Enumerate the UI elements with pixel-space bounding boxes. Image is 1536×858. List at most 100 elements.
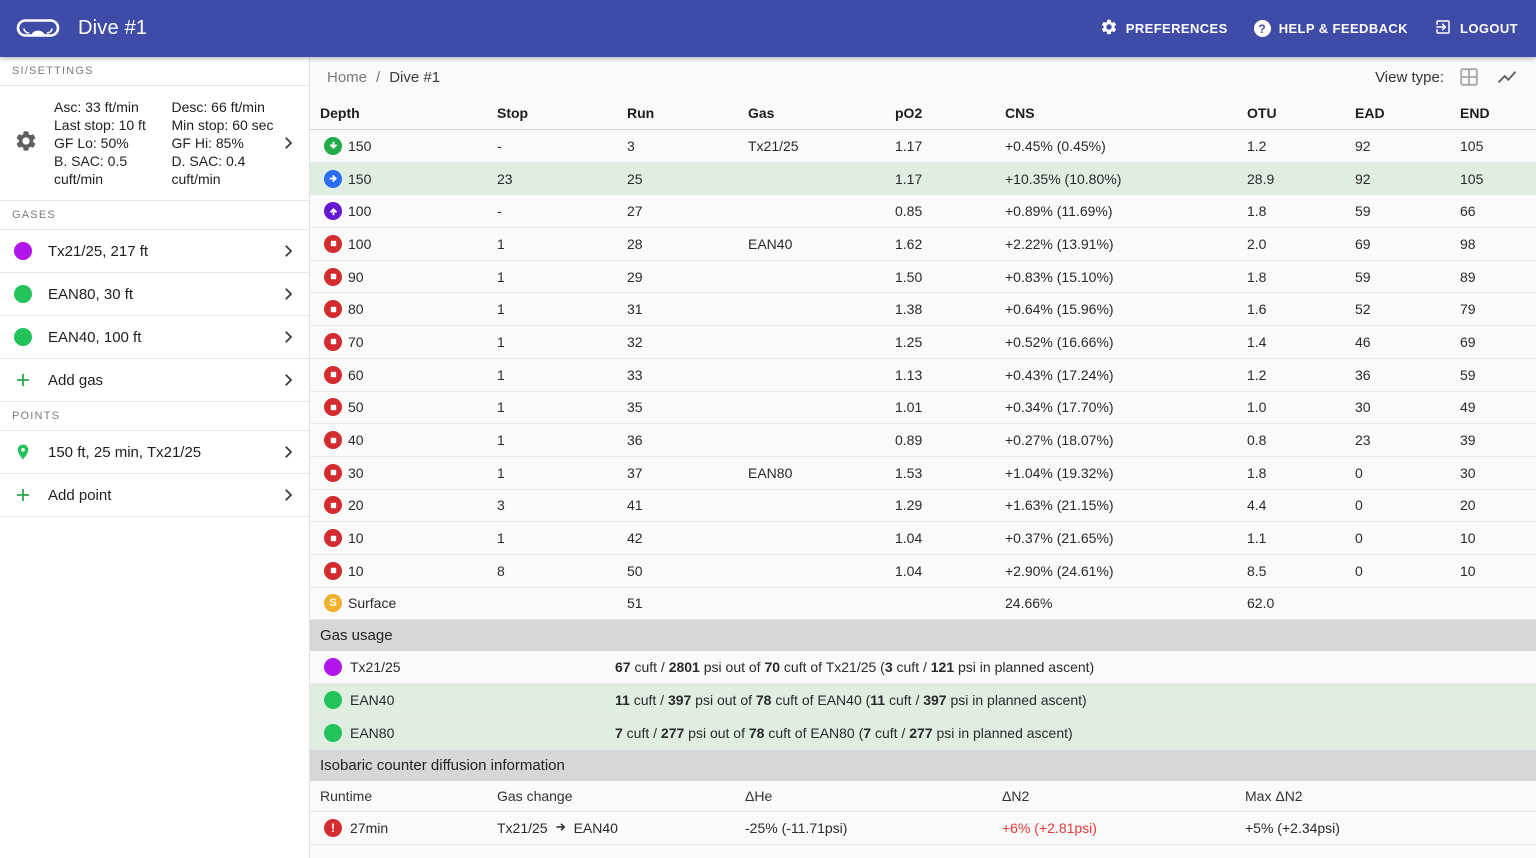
breadcrumb-home-link[interactable]: Home <box>327 69 367 86</box>
gas-usage-row: Tx21/2567 cuft / 2801 psi out of 70 cuft… <box>310 651 1536 684</box>
level-icon <box>324 170 342 188</box>
cell-cns: +1.04% (19.32%) <box>1005 465 1247 481</box>
cell-end: 98 <box>1460 236 1536 252</box>
settings-summary-item[interactable]: Asc: 33 ft/minLast stop: 10 ftGF Lo: 50%… <box>0 86 309 201</box>
dive-table-row[interactable]: 501351.01+0.34% (17.70%)1.03049 <box>310 392 1536 425</box>
dive-table-row[interactable]: 801311.38+0.64% (15.96%)1.65279 <box>310 293 1536 326</box>
cell-end: 105 <box>1460 171 1536 187</box>
cell-po2: 1.13 <box>895 367 1005 383</box>
gas-list-item[interactable]: EAN80, 30 ft <box>0 273 309 316</box>
cell-run: 31 <box>627 301 748 317</box>
settings-line: Asc: 33 ft/min <box>54 98 162 116</box>
dive-table-row[interactable]: 30137EAN801.53+1.04% (19.32%)1.8030 <box>310 457 1536 490</box>
cell-depth: 80 <box>320 300 497 318</box>
gas-list-item[interactable]: Tx21/25, 217 ft <box>0 230 309 273</box>
depth-value: 90 <box>348 269 364 285</box>
dive-table-row[interactable]: 150-3Tx21/251.17+0.45% (0.45%)1.292105 <box>310 130 1536 163</box>
stop-icon <box>324 235 342 253</box>
cell-ead: 30 <box>1355 399 1460 415</box>
point-label: 150 ft, 25 min, Tx21/25 <box>48 444 279 461</box>
point-list: 150 ft, 25 min, Tx21/25 <box>0 431 309 474</box>
add-point-button[interactable]: Add point <box>0 474 309 517</box>
main-content: Home / Dive #1 View type: DepthStopRunGa… <box>310 57 1536 858</box>
chart-view-icon[interactable] <box>1494 64 1520 90</box>
cell-depth: 150 <box>320 170 497 188</box>
cell-depth: 10 <box>320 529 497 547</box>
cell-runtime: !27min <box>320 819 497 837</box>
cell-otu: 28.9 <box>1247 171 1355 187</box>
cell-run: 42 <box>627 530 748 546</box>
cell-otu: 1.1 <box>1247 530 1355 546</box>
depth-value: 100 <box>348 236 371 252</box>
cell-depth: 90 <box>320 268 497 286</box>
cell-ead: 0 <box>1355 530 1460 546</box>
cell-run: 33 <box>627 367 748 383</box>
icd-table-stub-row <box>310 845 1536 857</box>
depth-value: 70 <box>348 334 364 350</box>
column-header-depth: Depth <box>320 105 497 121</box>
cell-stop: 1 <box>497 236 627 252</box>
gas-to: EAN40 <box>574 820 618 836</box>
dive-table-row[interactable]: 203411.29+1.63% (21.15%)4.4020 <box>310 490 1536 523</box>
cell-end: 79 <box>1460 301 1536 317</box>
dive-table-row[interactable]: 901291.50+0.83% (15.10%)1.85989 <box>310 261 1536 294</box>
column-header-runtime: Runtime <box>320 788 497 804</box>
cell-depth: 20 <box>320 496 497 514</box>
gas-usage-id: EAN80 <box>310 724 615 742</box>
point-list-item[interactable]: 150 ft, 25 min, Tx21/25 <box>0 431 309 474</box>
preferences-button[interactable]: PREFERENCES <box>1100 18 1228 39</box>
cell-stop: 23 <box>497 171 627 187</box>
cell-gas-change: Tx21/25EAN40 <box>497 820 745 837</box>
cell-ead: 36 <box>1355 367 1460 383</box>
column-header-dn2: ΔN2 <box>1002 788 1245 804</box>
preferences-label: PREFERENCES <box>1126 21 1228 36</box>
column-header-otu: OTU <box>1247 105 1355 121</box>
help-feedback-button[interactable]: ? HELP & FEEDBACK <box>1254 20 1408 37</box>
cell-depth: 100 <box>320 202 497 220</box>
cell-end: 39 <box>1460 432 1536 448</box>
gas-list-item[interactable]: EAN40, 100 ft <box>0 316 309 359</box>
table-view-icon[interactable] <box>1456 64 1482 90</box>
location-pin-icon <box>14 443 32 461</box>
cell-ead: 0 <box>1355 563 1460 579</box>
cell-cns: +10.35% (10.80%) <box>1005 171 1247 187</box>
cell-stop: 1 <box>497 465 627 481</box>
dive-table-row[interactable]: 100128EAN401.62+2.22% (13.91%)2.06998 <box>310 228 1536 261</box>
dive-table-row[interactable]: 100-270.85+0.89% (11.69%)1.85966 <box>310 195 1536 228</box>
cell-cns: +0.52% (16.66%) <box>1005 334 1247 350</box>
si-settings-header: SI/SETTINGS <box>0 57 309 86</box>
dive-table-row[interactable]: 401360.89+0.27% (18.07%)0.82339 <box>310 424 1536 457</box>
settings-line: Min stop: 60 sec <box>172 116 280 134</box>
gas-usage-detail: 67 cuft / 2801 psi out of 70 cuft of Tx2… <box>615 659 1094 675</box>
cell-run: 41 <box>627 497 748 513</box>
cell-depth: 30 <box>320 464 497 482</box>
dive-table-row[interactable]: 701321.25+0.52% (16.66%)1.44669 <box>310 326 1536 359</box>
plus-icon <box>14 371 32 389</box>
column-header-gas: Gas <box>748 105 895 121</box>
add-gas-label: Add gas <box>48 372 279 389</box>
dive-table-row[interactable]: 15023251.17+10.35% (10.80%)28.992105 <box>310 163 1536 196</box>
cell-stop: 1 <box>497 301 627 317</box>
dive-table-row[interactable]: 601331.13+0.43% (17.24%)1.23659 <box>310 359 1536 392</box>
cell-end: 10 <box>1460 563 1536 579</box>
gas-usage-detail: 7 cuft / 277 psi out of 78 cuft of EAN80… <box>615 725 1073 741</box>
column-header-ead: EAD <box>1355 105 1460 121</box>
dive-table-row[interactable]: 108501.04+2.90% (24.61%)8.5010 <box>310 555 1536 588</box>
cell-run: 25 <box>627 171 748 187</box>
cell-po2: 1.50 <box>895 269 1005 285</box>
cell-cns: +0.64% (15.96%) <box>1005 301 1247 317</box>
cell-cns: +0.83% (15.10%) <box>1005 269 1247 285</box>
logout-button[interactable]: LOGOUT <box>1434 18 1518 39</box>
cell-end: 59 <box>1460 367 1536 383</box>
depth-value: 100 <box>348 203 371 219</box>
add-gas-button[interactable]: Add gas <box>0 359 309 402</box>
dive-table-row[interactable]: SSurface5124.66%62.0 <box>310 588 1536 621</box>
dive-table-row[interactable]: 101421.04+0.37% (21.65%)1.1010 <box>310 522 1536 555</box>
cell-po2: 1.25 <box>895 334 1005 350</box>
stop-icon <box>324 300 342 318</box>
cell-depth: 100 <box>320 235 497 253</box>
cell-end: 105 <box>1460 138 1536 154</box>
runtime-value: 27min <box>350 820 388 836</box>
gas-usage-row: EAN807 cuft / 277 psi out of 78 cuft of … <box>310 717 1536 750</box>
cell-end: 49 <box>1460 399 1536 415</box>
